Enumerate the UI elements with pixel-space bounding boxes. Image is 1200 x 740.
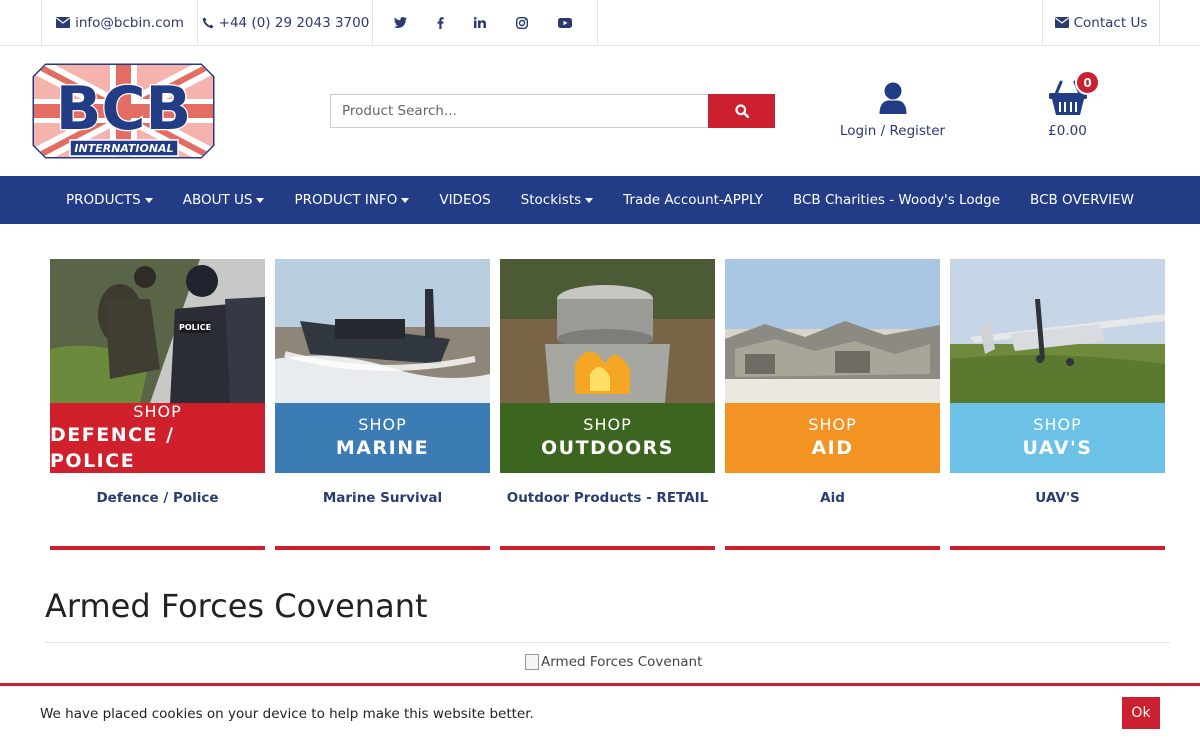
nav-item-products[interactable]: PRODUCTS — [51, 192, 168, 208]
category-tile-defence-police[interactable]: POLICE SHOP DEFENCE / POLICE Defence / P… — [50, 259, 265, 551]
category-caption[interactable]: UAV'S — [950, 490, 1165, 506]
category-caption[interactable]: Outdoor Products - RETAIL — [500, 490, 715, 506]
phone-icon — [202, 17, 214, 28]
category-tile-uavs[interactable]: SHOP UAV'S UAV'S — [950, 259, 1165, 551]
category-tile-marine[interactable]: SHOP MARINE Marine Survival — [275, 259, 490, 551]
phone-link[interactable]: +44 (0) 29 2043 3700 — [197, 0, 373, 45]
category-name: AID — [811, 437, 854, 459]
envelope-icon — [56, 17, 71, 28]
nav-item-product-info[interactable]: PRODUCT INFO — [279, 192, 424, 208]
nav-item-trade-account[interactable]: Trade Account-APPLY — [608, 192, 778, 208]
tile-divider — [950, 546, 1165, 550]
nav-item-videos[interactable]: VIDEOS — [424, 192, 505, 208]
tile-divider — [500, 546, 715, 550]
category-tile-aid[interactable]: SHOP AID Aid — [725, 259, 940, 551]
page-title: Armed Forces Covenant — [45, 587, 428, 625]
caret-down-icon — [256, 197, 265, 203]
nav-item-label: Stockists — [520, 192, 582, 208]
search-input[interactable] — [330, 94, 708, 128]
email-link[interactable]: info@bcbin.com — [41, 0, 198, 45]
marine-photo — [275, 259, 490, 403]
shop-label: SHOP — [808, 415, 857, 434]
email-text: info@bcbin.com — [75, 14, 184, 31]
user-icon — [879, 82, 906, 114]
login-register[interactable]: Login / Register — [830, 82, 955, 139]
bcb-logo[interactable]: BCB INTERNATIONAL — [32, 63, 215, 159]
broken-image-icon — [525, 654, 539, 670]
nav-item-label: PRODUCTS — [66, 192, 141, 208]
shop-band: SHOP OUTDOORS — [500, 403, 715, 473]
caret-down-icon — [585, 197, 594, 203]
phone-text: +44 (0) 29 2043 3700 — [218, 14, 370, 31]
aid-photo — [725, 259, 940, 403]
cart-count-badge: 0 — [1075, 70, 1100, 95]
logo-subtext: INTERNATIONAL — [74, 142, 173, 155]
tile-divider — [725, 546, 940, 550]
logo-text: BCB — [56, 74, 192, 144]
category-name: UAV'S — [1022, 437, 1093, 459]
nav-item-bcb-overview[interactable]: BCB OVERVIEW — [1015, 192, 1149, 208]
search-button[interactable] — [708, 94, 775, 128]
caret-down-icon — [401, 197, 410, 203]
cookie-banner: We have placed cookies on your device to… — [0, 683, 1200, 740]
uav-photo — [950, 259, 1165, 403]
outdoors-photo — [500, 259, 715, 403]
category-caption[interactable]: Defence / Police — [50, 490, 265, 506]
facebook-icon[interactable] — [437, 16, 449, 29]
login-separator: / — [880, 123, 886, 139]
caret-down-icon — [144, 197, 153, 203]
nav-item-stockists[interactable]: Stockists — [506, 192, 608, 208]
login-link[interactable]: Login — [840, 123, 876, 139]
category-name: DEFENCE / POLICE — [50, 424, 175, 472]
category-caption[interactable]: Aid — [725, 490, 940, 506]
shop-label: SHOP — [1033, 415, 1082, 434]
category-caption[interactable]: Marine Survival — [275, 490, 490, 506]
shop-label: SHOP — [358, 415, 407, 434]
twitter-icon[interactable] — [393, 17, 412, 28]
shop-label: SHOP — [583, 415, 632, 434]
cookie-ok-button[interactable]: Ok — [1122, 697, 1160, 729]
cookie-message: We have placed cookies on your device to… — [40, 706, 534, 722]
section-divider — [45, 642, 1170, 643]
covenant-image: Armed Forces Covenant — [525, 654, 702, 670]
category-name: MARINE — [335, 437, 430, 459]
product-search — [330, 94, 775, 128]
nav-item-label: ABOUT US — [182, 192, 253, 208]
instagram-icon[interactable] — [515, 16, 533, 29]
contact-us-label: Contact Us — [1073, 14, 1148, 31]
nav-item-label: BCB Charities - Woody's Lodge — [792, 192, 1001, 208]
nav-item-label: VIDEOS — [439, 192, 491, 208]
shopping-cart[interactable]: 0 £0.00 — [1030, 70, 1105, 139]
tile-divider — [50, 546, 265, 550]
envelope-icon — [1054, 17, 1069, 28]
social-links — [372, 0, 598, 45]
shop-label: SHOP — [133, 402, 182, 421]
top-bar: info@bcbin.com +44 (0) 29 2043 3700 Cont… — [0, 0, 1200, 46]
register-link[interactable]: Register — [889, 123, 945, 139]
search-icon — [734, 104, 749, 118]
nav-item-label: BCB OVERVIEW — [1030, 192, 1134, 208]
contact-us-link[interactable]: Contact Us — [1042, 0, 1160, 45]
nav-item-about-us[interactable]: ABOUT US — [168, 192, 280, 208]
shop-band: SHOP UAV'S — [950, 403, 1165, 473]
nav-item-label: PRODUCT INFO — [294, 192, 398, 208]
defence-police-photo: POLICE — [50, 259, 265, 403]
youtube-icon[interactable] — [557, 17, 577, 28]
shop-band: SHOP AID — [725, 403, 940, 473]
svg-text:POLICE: POLICE — [179, 323, 211, 332]
tile-divider — [275, 546, 490, 550]
category-tile-outdoors[interactable]: SHOP OUTDOORS Outdoor Products - RETAIL — [500, 259, 715, 551]
linkedin-icon[interactable] — [473, 17, 491, 28]
shop-band: SHOP MARINE — [275, 403, 490, 473]
cart-total: £0.00 — [1048, 123, 1087, 139]
main-navigation: PRODUCTS ABOUT US PRODUCT INFO VIDEOS St… — [0, 176, 1200, 224]
nav-item-bcb-charities[interactable]: BCB Charities - Woody's Lodge — [778, 192, 1015, 208]
image-alt-text: Armed Forces Covenant — [541, 654, 703, 670]
category-name: OUTDOORS — [541, 437, 674, 459]
nav-item-label: Trade Account-APPLY — [623, 192, 763, 208]
shop-band: SHOP DEFENCE / POLICE — [50, 402, 265, 473]
